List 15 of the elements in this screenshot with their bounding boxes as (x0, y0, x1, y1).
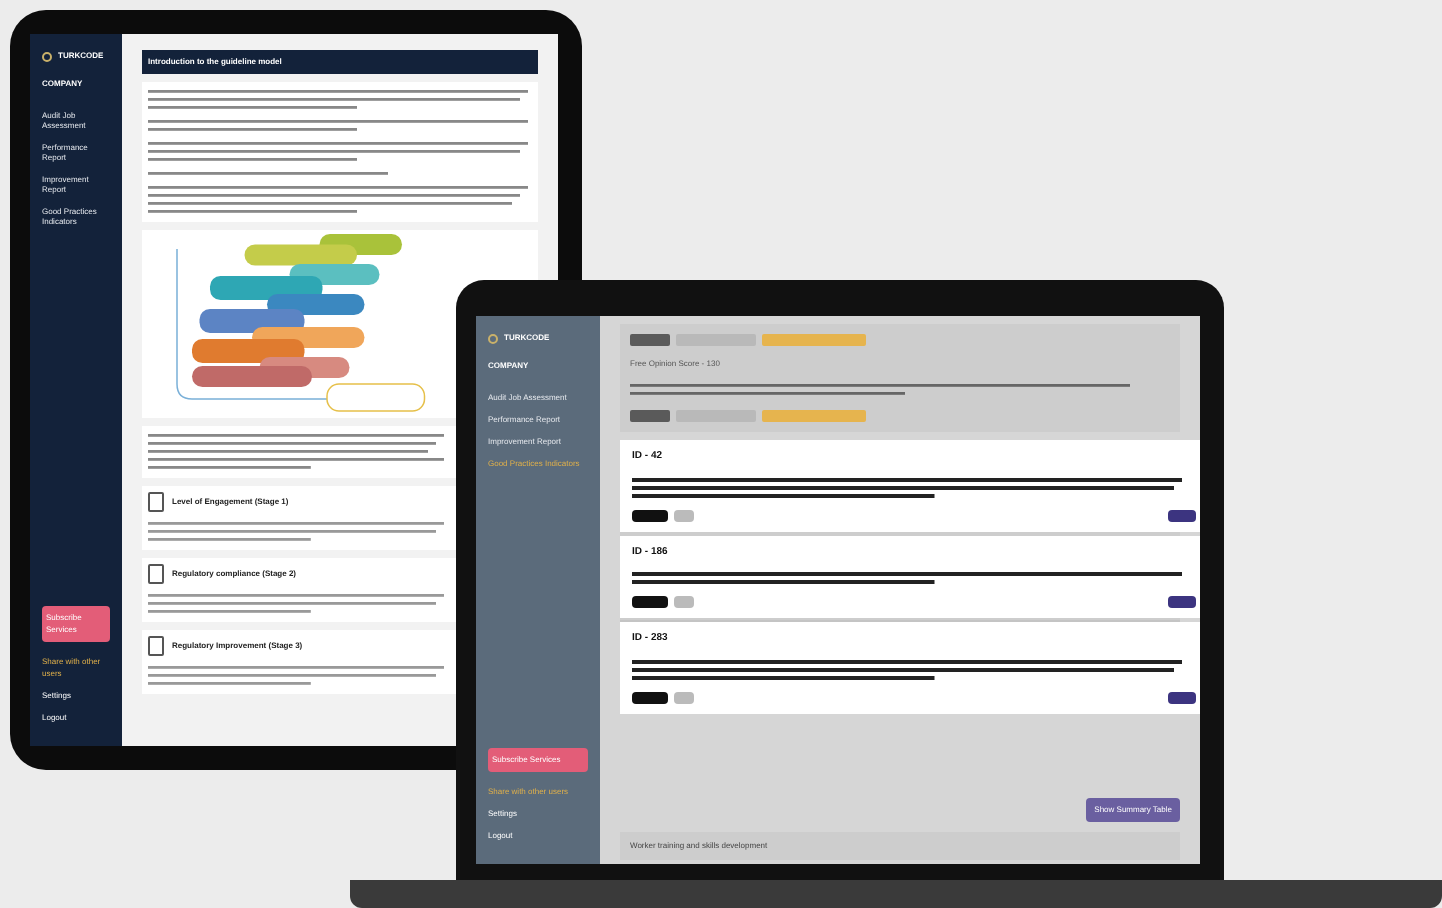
tag[interactable] (1168, 509, 1196, 521)
tag (762, 410, 866, 422)
tag (630, 410, 670, 422)
logo-icon (488, 333, 498, 343)
tag[interactable] (632, 509, 668, 521)
document-icon (148, 492, 164, 512)
tag (630, 334, 670, 346)
tag (762, 334, 866, 346)
tag[interactable] (1168, 691, 1196, 703)
document-icon (148, 636, 164, 656)
tag[interactable] (1168, 596, 1196, 608)
tag[interactable] (632, 596, 668, 608)
document-icon (148, 564, 164, 584)
logo-icon (42, 51, 52, 61)
tag[interactable] (632, 691, 668, 703)
